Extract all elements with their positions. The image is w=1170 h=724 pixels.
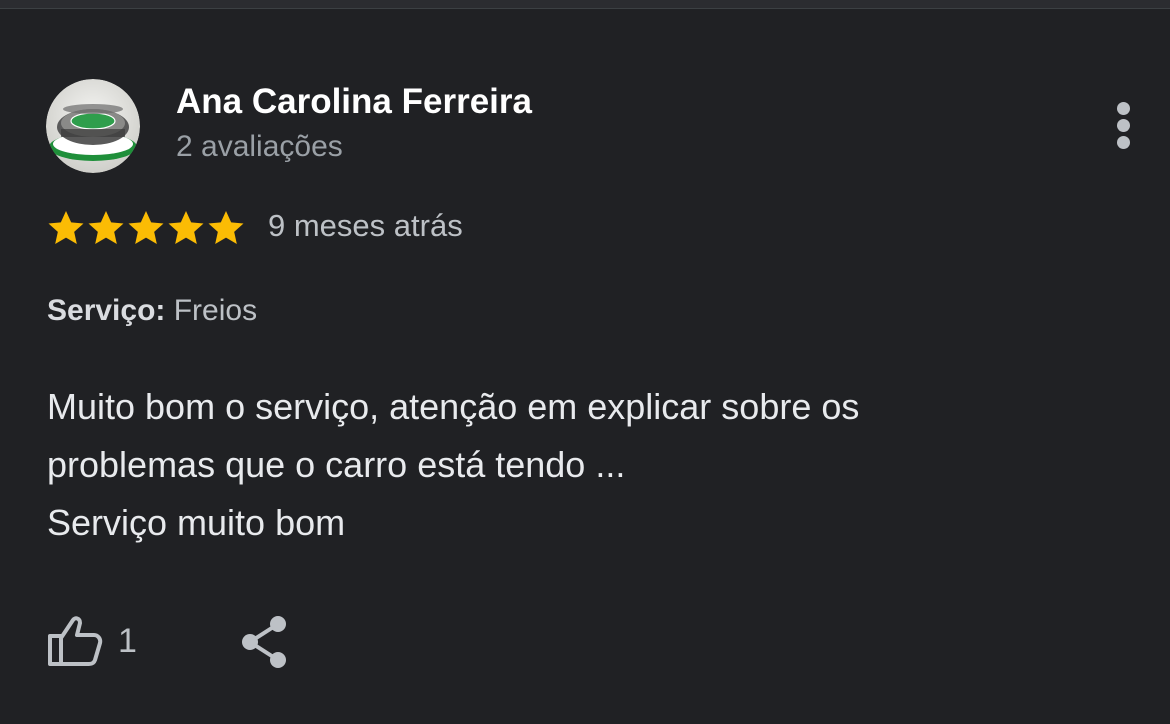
like-button[interactable]: 1 [46, 610, 137, 672]
like-count: 1 [118, 621, 137, 660]
top-divider [0, 0, 1170, 9]
star-icon [168, 211, 204, 244]
share-button[interactable] [236, 612, 294, 672]
service-label: Serviço: [47, 294, 166, 327]
reviewer-avatar[interactable] [46, 79, 140, 173]
review-text-line: problemas que o carro está tendo ... [47, 444, 626, 485]
service-row: Serviço: Freios [47, 294, 257, 328]
star-icon [128, 211, 164, 244]
thumbs-up-icon [48, 616, 103, 666]
review-date: 9 meses atrás [268, 208, 463, 243]
star-icon [208, 211, 244, 244]
more-vert-dot [1117, 136, 1130, 149]
star-icon [88, 211, 124, 244]
more-options-button[interactable] [1106, 98, 1142, 154]
reviewer-name[interactable]: Ana Carolina Ferreira [176, 82, 532, 122]
review-text-line: Muito bom o serviço, atenção em explicar… [47, 386, 860, 427]
more-vert-icon [1117, 102, 1130, 115]
star-rating [46, 206, 246, 250]
stadium-avatar-icon [46, 79, 140, 173]
service-value: Freios [173, 294, 258, 327]
review-text: Muito bom o serviço, atenção em explicar… [47, 378, 1107, 552]
share-icon [242, 616, 286, 668]
reviewer-review-count: 2 avaliações [176, 130, 343, 163]
review-text-line: Serviço muito bom [47, 502, 346, 543]
star-icon [48, 211, 84, 244]
more-vert-dot [1117, 119, 1130, 132]
